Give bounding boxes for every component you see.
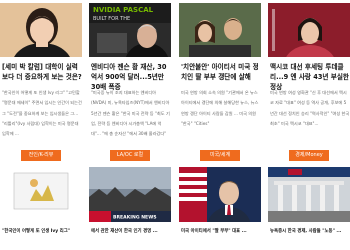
article-thumbnail[interactable] [179, 167, 261, 222]
article-thumbnail[interactable]: BREAKING NEWS [89, 167, 171, 222]
article-card[interactable]: [세미 박 칼럼] 대학이 실력 보다 더 중요하게 보는 것은? "한국인이 … [0, 0, 82, 250]
category-tag[interactable]: 미국/세계 [200, 150, 240, 161]
category-tag[interactable]: LA/OC 로컬 [110, 150, 150, 161]
article-summary: 미국 연방 여성 영화관 "신 후 대선에서 멕시코 자료 "대표" 여성 등 … [270, 90, 350, 126]
article-title[interactable]: 미국 아이티에서 "딸 부부" 대표 ... [181, 228, 261, 235]
article-thumbnail[interactable] [179, 3, 261, 57]
article-title[interactable]: "한국인이 어떻게 또 인생 Ivy 리그" [2, 228, 82, 235]
article-summary: 미국 연방 의회 소속 의원 "기관에서 온 뉴스 아이티에서 갱단에 의해 살… [181, 90, 259, 126]
article-summary: "한국인이 어떻게 또 인생 Ivy 리그" "고민할 "명문대 에세이" 주면… [2, 90, 82, 137]
article-thumbnail[interactable] [0, 3, 82, 57]
article-thumbnail[interactable] [268, 167, 350, 222]
article-card[interactable]: NVIDIA PASCAL BUILT FOR THE 엔비디아 젠슨 황 재산… [89, 0, 171, 250]
category-tag[interactable]: 경제/Money [289, 150, 329, 161]
article-thumbnail[interactable] [268, 3, 350, 57]
article-title[interactable]: '치안불안' 아이티서 미국 정치인 딸 부부 갱단에 살해 [181, 62, 261, 82]
nvidia-banner-text: NVIDIA PASCAL [93, 6, 154, 14]
article-card[interactable]: '치안불안' 아이티서 미국 정치인 딸 부부 갱단에 살해 미국 연방 의회 … [179, 0, 261, 250]
article-card[interactable]: 맥시코 대선 후세팅 투데클리...9 엔 사랑 43년 부실한정상 미국 연방… [268, 0, 350, 250]
article-thumbnail[interactable]: NVIDIA PASCAL BUILT FOR THE [89, 3, 171, 57]
article-thumbnail[interactable] [0, 167, 82, 222]
article-title[interactable]: 뉴욕증시 한국 경제, 사람들 "노동" ... [270, 228, 350, 235]
nvidia-banner-subtext: BUILT FOR THE [93, 16, 130, 22]
category-tag[interactable]: 전인/K-리뷰 [21, 150, 61, 161]
article-title[interactable]: [세미 박 칼럼] 대학이 실력 보다 더 중요하게 보는 것은? [2, 62, 82, 82]
article-summary: "미국증 뉴이 조지 대표하는 엔비디아(NVDA) 미, 뉴욕타임즈(NYT)… [91, 90, 170, 137]
news-ticker-text: BREAKING NEWS [113, 215, 157, 221]
article-title[interactable]: 에서 관한 재산이 한국 인기 경영 ... [91, 228, 171, 235]
